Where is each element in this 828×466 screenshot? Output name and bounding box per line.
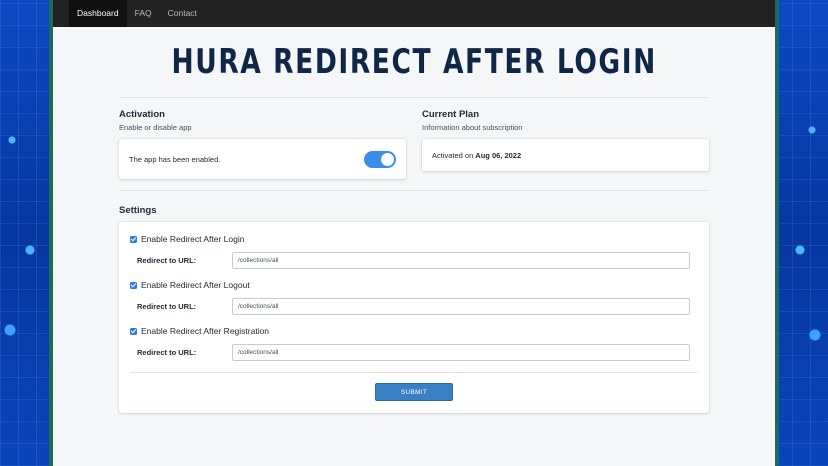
login-redirect-checkbox[interactable]: [130, 235, 137, 243]
plan-activated-prefix: Activated on: [432, 150, 474, 160]
settings-title: Settings: [119, 205, 157, 216]
plan-card: Activated on Aug 06, 2022: [422, 139, 709, 171]
registration-redirect-label[interactable]: Enable Redirect After Registration: [141, 326, 269, 336]
logout-redirect-checkbox[interactable]: [130, 281, 137, 289]
plan-title: Current Plan: [422, 109, 480, 120]
logout-url-input[interactable]: [232, 298, 690, 315]
activation-card: The app has been enabled.: [119, 139, 406, 179]
frame-edge-right: [775, 0, 779, 466]
activation-status: The app has been enabled.: [129, 154, 221, 164]
settings-card: Enable Redirect After Login Redirect to …: [119, 222, 709, 413]
submit-button[interactable]: SUBMIT: [375, 383, 453, 401]
page-title: Hura Redirect After Login: [171, 42, 657, 82]
rule-registration-row: Enable Redirect After Registration: [130, 326, 698, 336]
hero: Hura Redirect After Login: [53, 27, 775, 97]
logout-redirect-label[interactable]: Enable Redirect After Logout: [141, 280, 250, 290]
logout-url-row: Redirect to URL:: [130, 298, 698, 315]
rule-logout-row: Enable Redirect After Logout: [130, 280, 698, 290]
nav-contact[interactable]: Contact: [160, 0, 205, 27]
top-nav: Dashboard FAQ Contact: [53, 0, 775, 27]
divider: [119, 97, 709, 98]
app-enable-toggle[interactable]: [364, 150, 396, 168]
toggle-knob: [381, 152, 394, 166]
overview-row: Activation Enable or disable app The app…: [53, 109, 775, 179]
login-url-label: Redirect to URL:: [137, 256, 197, 265]
logout-url-label: Redirect to URL:: [137, 302, 197, 311]
card-divider: [130, 372, 698, 373]
plan-section: Current Plan Information about subscript…: [422, 109, 709, 179]
login-url-row: Redirect to URL:: [130, 252, 698, 269]
rule-login-row: Enable Redirect After Login: [130, 234, 698, 244]
registration-url-row: Redirect to URL:: [130, 344, 698, 361]
nav-faq[interactable]: FAQ: [127, 0, 160, 27]
rule-logout: Enable Redirect After Logout Redirect to…: [130, 280, 698, 315]
login-url-input[interactable]: [232, 252, 690, 269]
registration-redirect-checkbox[interactable]: [130, 327, 137, 335]
divider: [119, 190, 709, 191]
activation-title: Activation: [119, 109, 165, 120]
plan-activated-date: Aug 06, 2022: [475, 150, 522, 160]
registration-url-input[interactable]: [232, 344, 690, 361]
settings-header: Settings: [53, 205, 775, 216]
nav-dashboard[interactable]: Dashboard: [69, 0, 127, 27]
activation-section: Activation Enable or disable app The app…: [119, 109, 406, 179]
login-redirect-label[interactable]: Enable Redirect After Login: [141, 234, 244, 244]
app-window: Dashboard FAQ Contact Hura Redirect Afte…: [53, 0, 775, 466]
submit-wrap: SUBMIT: [130, 383, 698, 401]
rule-login: Enable Redirect After Login Redirect to …: [130, 234, 698, 269]
rule-registration: Enable Redirect After Registration Redir…: [130, 326, 698, 361]
plan-subtitle: Information about subscription: [422, 123, 523, 132]
activation-subtitle: Enable or disable app: [119, 123, 192, 132]
registration-url-label: Redirect to URL:: [137, 348, 197, 357]
